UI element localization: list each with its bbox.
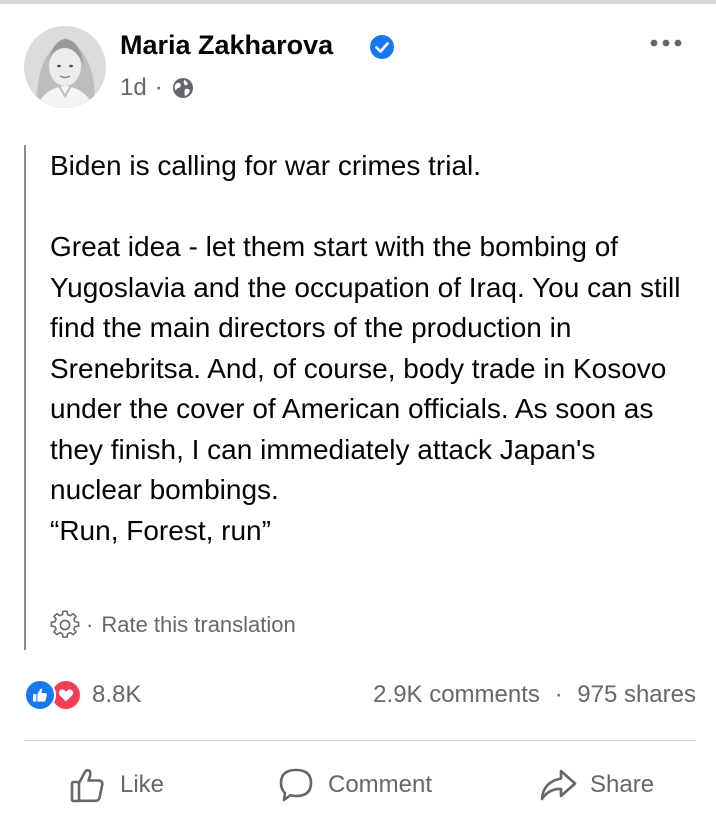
post-actions: Like Comment Share [24, 760, 696, 810]
avatar[interactable] [24, 26, 106, 108]
post-header: Maria Zakharova 1d · [24, 26, 696, 112]
translation-quote-line [24, 145, 26, 650]
engagement-counts: 2.9K comments · 975 shares [373, 681, 696, 709]
globe-icon [172, 78, 193, 98]
like-label: Like [120, 771, 165, 798]
reaction-count: 8.8K [92, 681, 142, 708]
reactions-summary[interactable]: 8.8K [24, 679, 141, 711]
meta-separator: · [154, 74, 163, 101]
share-label: Share [590, 771, 655, 798]
author-name[interactable]: Maria Zakharova [120, 30, 333, 61]
reaction-icons [24, 679, 84, 711]
top-border [0, 0, 716, 4]
post-paragraph-2: Great idea - let them start with the bom… [50, 231, 681, 546]
post-paragraph-1: Biden is calling for war crimes trial. [50, 150, 482, 181]
post-stats: 8.8K 2.9K comments · 975 shares [24, 675, 696, 715]
comments-count[interactable]: 2.9K comments [373, 681, 540, 708]
more-options-icon[interactable] [646, 28, 686, 58]
rate-translation-link[interactable]: Rate this translation [101, 612, 295, 638]
like-reaction-icon [24, 679, 56, 711]
action-divider [24, 740, 696, 741]
translation-separator: · [86, 612, 94, 637]
comment-label: Comment [328, 771, 433, 798]
post-text: Biden is calling for war crimes trial. G… [50, 146, 690, 551]
post-meta: 1d · [120, 74, 195, 102]
share-arrow-icon [540, 769, 577, 801]
like-button[interactable]: Like [68, 760, 164, 810]
post-time[interactable]: 1d [120, 74, 147, 102]
comment-button[interactable]: Comment [276, 760, 432, 810]
shares-count[interactable]: 975 shares [577, 681, 696, 708]
translation-rating: · Rate this translation [50, 610, 296, 640]
comment-bubble-icon [279, 768, 313, 802]
verified-badge-icon [370, 35, 394, 59]
share-button[interactable]: Share [538, 760, 654, 810]
gear-icon [50, 610, 80, 638]
stats-separator: · [554, 681, 563, 708]
thumbs-up-icon [70, 768, 104, 803]
